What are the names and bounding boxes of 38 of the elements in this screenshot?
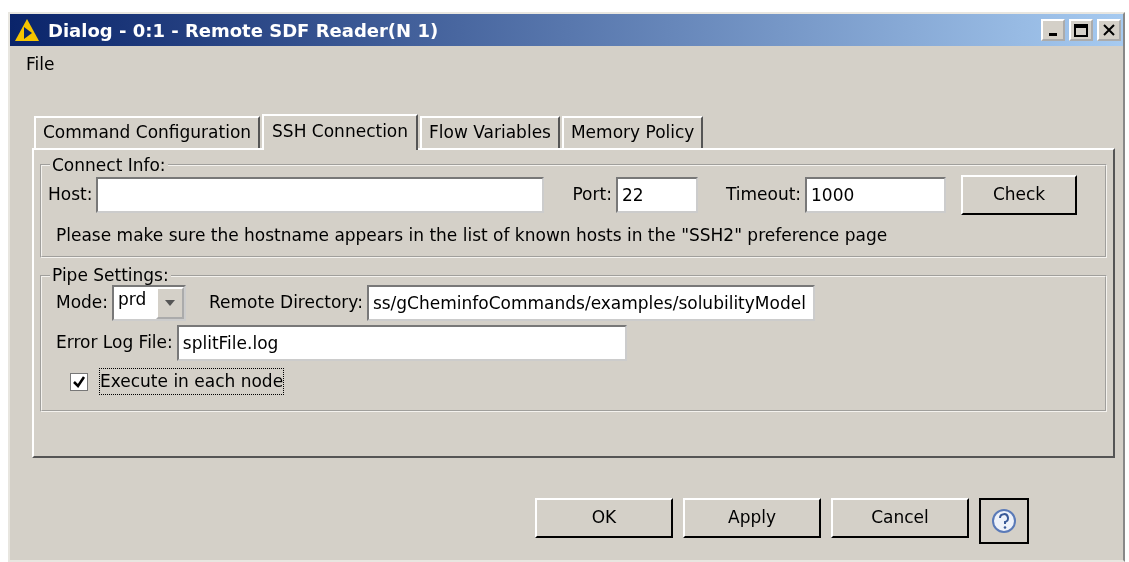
tab[interactable]: Command Configuration bbox=[34, 115, 261, 148]
timeout-label: Timeout: bbox=[725, 182, 802, 206]
dialog-button[interactable]: Apply bbox=[683, 498, 821, 538]
tab[interactable]: SSH Connection bbox=[262, 113, 419, 150]
remote-directory-label: Remote Directory: bbox=[209, 291, 363, 315]
tab[interactable]: Flow Variables bbox=[420, 115, 560, 148]
tab[interactable]: Memory Policy bbox=[561, 115, 704, 148]
dialog-button[interactable]: Cancel bbox=[831, 498, 969, 538]
check-button[interactable]: Check bbox=[961, 174, 1078, 215]
menu-item[interactable]: File bbox=[26, 52, 55, 78]
minimize-icon bbox=[1049, 33, 1057, 36]
maximize-icon bbox=[1074, 23, 1088, 37]
checkbox-label[interactable]: Execute in each node bbox=[100, 368, 284, 395]
hint-text: Please make sure the hostname appears in the list of known hosts in the "SSH2" preference page bbox=[56, 223, 889, 247]
group-title: Pipe Settings: bbox=[51, 266, 170, 285]
port-label: Port: bbox=[572, 182, 612, 206]
mode-label: Mode: bbox=[56, 291, 109, 315]
error-log-file-label: Error Log File: bbox=[56, 331, 173, 355]
port-field[interactable]: 22 bbox=[615, 176, 698, 213]
close-button[interactable] bbox=[1097, 19, 1121, 41]
remote-directory-field[interactable]: ss/gCheminfoCommands/examples/solubilityModel bbox=[366, 284, 815, 321]
dialog-button[interactable]: OK bbox=[535, 498, 673, 538]
mode-dropdown[interactable]: prd bbox=[112, 284, 187, 321]
close-icon bbox=[1103, 24, 1115, 36]
minimize-button[interactable] bbox=[1041, 19, 1065, 41]
caret-icon bbox=[165, 299, 176, 306]
help-icon bbox=[991, 508, 1017, 534]
timeout-field[interactable]: 1000 bbox=[805, 176, 947, 213]
maximize-button[interactable] bbox=[1069, 19, 1093, 41]
window-title: Dialog - 0:1 - Remote SDF Reader(N 1) bbox=[48, 18, 439, 43]
checkbox[interactable] bbox=[70, 372, 88, 391]
error-log-file-field[interactable]: splitFile.log bbox=[176, 324, 627, 361]
host-label: Host: bbox=[48, 182, 93, 206]
help-button[interactable] bbox=[979, 498, 1029, 544]
group-title: Connect Info: bbox=[51, 156, 167, 175]
host-field[interactable] bbox=[96, 176, 545, 213]
warning-icon bbox=[14, 18, 40, 42]
dropdown-value: prd bbox=[117, 287, 148, 311]
